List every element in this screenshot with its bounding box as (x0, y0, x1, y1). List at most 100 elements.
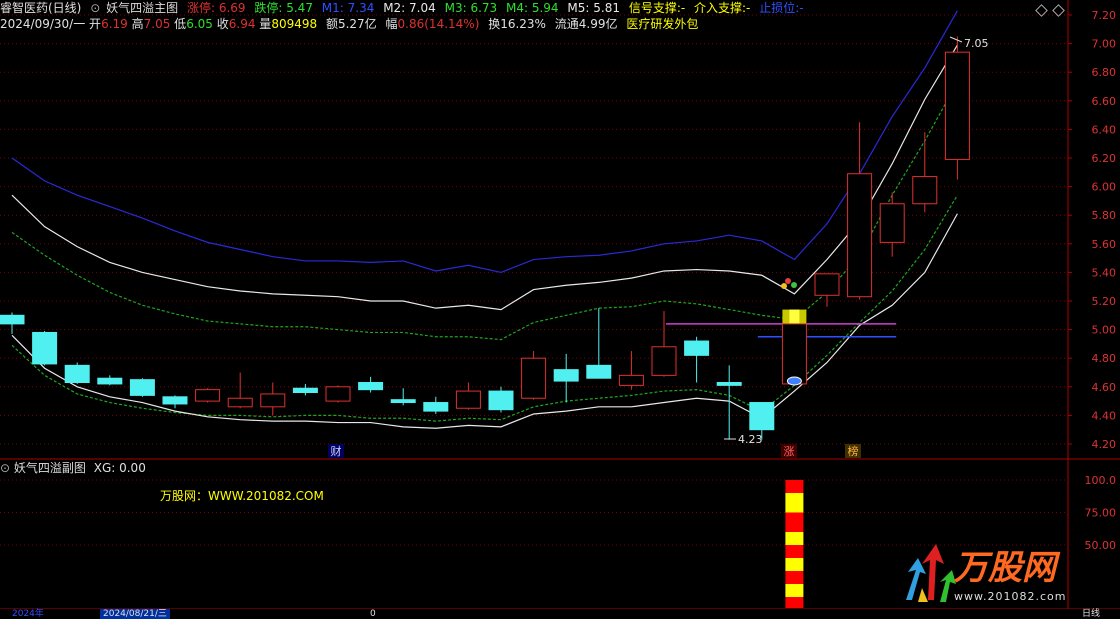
price-tick-label: 6.60 (1092, 95, 1117, 108)
m2-value: M2: 7.04 (383, 1, 436, 15)
candle-body (358, 382, 384, 391)
candle-body (847, 173, 873, 298)
candle-body (684, 340, 710, 356)
high-value: 7.05 (143, 17, 171, 31)
low-value: 6.05 (186, 17, 213, 31)
intervene-support: 介入支撑:- (694, 1, 751, 15)
sub-gear-icon[interactable]: ⊙ (0, 461, 10, 475)
candle-body (390, 399, 416, 404)
candle-body (488, 390, 514, 411)
sub-panel-header: ⊙ 妖气四溢副图 XG: 0.00 (0, 460, 146, 476)
candle-body (0, 314, 25, 325)
candle-body (618, 374, 644, 386)
high-label: 高 (131, 17, 144, 31)
price-tick-label: 5.40 (1092, 266, 1117, 279)
price-tick-label: 5.60 (1092, 238, 1117, 251)
candle-body (97, 377, 123, 385)
stop-loss: 止损位:- (759, 1, 804, 15)
sub-signal-bar (785, 597, 804, 608)
m4-value: M4: 5.94 (506, 1, 559, 15)
m3-value: M3: 6.73 (444, 1, 498, 15)
price-tick-label: 6.20 (1092, 152, 1117, 165)
watermark-url: www.201082.com (954, 590, 1067, 603)
sub-signal-bar (785, 584, 804, 597)
indicator-gear-icon[interactable]: ⊙ (90, 1, 100, 15)
amp-label: 幅 (385, 17, 398, 31)
close-value: 6.94 (228, 17, 256, 31)
vol-label: 量 (259, 17, 272, 31)
event-tag-bang: 榜 (848, 444, 859, 458)
main-chart[interactable]: 7.20 7.00 6.80 6.60 6.40 6.20 6.00 5.80 5.60 5.40… (0, 0, 1120, 619)
quote-row: 2024/09/30/一 开6.19 高7.05 低6.05 收6.94 量80… (0, 16, 703, 33)
indicator-name[interactable]: 妖气四溢主图 (106, 1, 178, 15)
low-label: 低 (174, 17, 187, 31)
sector-value[interactable]: 医疗研发外包 (626, 17, 698, 31)
candle-body (944, 51, 970, 160)
price-tick-label: 6.00 (1092, 181, 1117, 194)
bottom-date: 2024/08/21/三 (100, 609, 170, 619)
candle-body (325, 386, 351, 402)
event-tag-cai: 财 (331, 444, 342, 458)
candle-body (227, 397, 253, 408)
price-tick-label: 5.00 (1092, 324, 1117, 337)
watermark-brand: 万股网 (954, 548, 1056, 588)
open-label: 开 (89, 17, 102, 31)
candle-body (651, 346, 677, 376)
candle-body (912, 176, 938, 205)
price-tick-label: 6.40 (1092, 123, 1117, 136)
sub-signal-bar (785, 532, 804, 545)
price-tick-label: 7.20 (1092, 9, 1117, 22)
candle-body (814, 273, 840, 296)
candle-body (162, 396, 188, 405)
sub-tick-label: 75.00 (1085, 507, 1117, 520)
m1-value: M1: 7.34 (321, 1, 375, 15)
logo-arrows-icon (906, 544, 956, 602)
candle-body (260, 393, 286, 408)
low-mark-label: 4.23 (738, 433, 763, 446)
signal-support: 信号支撑:- (628, 1, 686, 15)
watermark-logo: 万股网 www.201082.com (900, 540, 1100, 610)
candle-body (129, 379, 155, 396)
header-row: 睿智医药(日线) ⊙ 妖气四溢主图 涨停: 6.69 跌停: 5.47 M1: … (0, 0, 809, 17)
xg-value: XG: 0.00 (93, 461, 146, 475)
price-tick-label: 5.20 (1092, 295, 1117, 308)
quote-date: 2024/09/30/一 (0, 17, 86, 31)
candle-body (716, 382, 742, 386)
sub-title[interactable]: 妖气四溢副图 (14, 461, 86, 475)
high-mark-label: 7.05 (964, 37, 989, 50)
zt-value: 6.69 (218, 1, 246, 15)
event-tag-zhang: 涨 (784, 445, 795, 458)
candle-body (553, 369, 579, 382)
float-value: 流通4.99亿 (554, 17, 618, 31)
price-tick-label: 6.80 (1092, 66, 1117, 79)
price-tick-label: 5.80 (1092, 209, 1117, 222)
signal-dot-icon (781, 283, 787, 289)
price-tick-label: 4.80 (1092, 352, 1117, 365)
bottom-year: 2024年 (12, 609, 44, 619)
high-pointer (949, 36, 963, 43)
amount-value: 额5.27亿 (325, 17, 377, 31)
m5-value: M5: 5.81 (567, 1, 620, 15)
price-tick-label: 7.00 (1092, 38, 1117, 51)
candle-body (749, 402, 775, 431)
open-value: 6.19 (101, 17, 128, 31)
price-tick-label: 4.60 (1092, 381, 1117, 394)
candle-body (64, 364, 90, 384)
stock-name[interactable]: 睿智医药(日线) (0, 1, 81, 15)
candle-body (32, 331, 58, 365)
candle-body (423, 402, 449, 412)
turnover-value: 换16.23% (488, 17, 546, 31)
candle-body (879, 203, 905, 243)
sub-signal-bar (785, 493, 804, 513)
amp-value: 0.86(14.14%) (397, 17, 480, 31)
candle-body (195, 389, 221, 402)
bottom-period[interactable]: 日线 (1082, 609, 1100, 619)
signal-dot-icon (791, 282, 797, 288)
site-text: 万股网：WWW.201082.COM (160, 489, 324, 503)
zt-label: 涨停: (186, 1, 215, 15)
sub-signal-bar (785, 545, 804, 558)
upper-band-white (11, 44, 958, 311)
lower-band-white (11, 213, 958, 429)
candle-body (586, 364, 612, 379)
dt-value: 5.47 (286, 1, 313, 15)
